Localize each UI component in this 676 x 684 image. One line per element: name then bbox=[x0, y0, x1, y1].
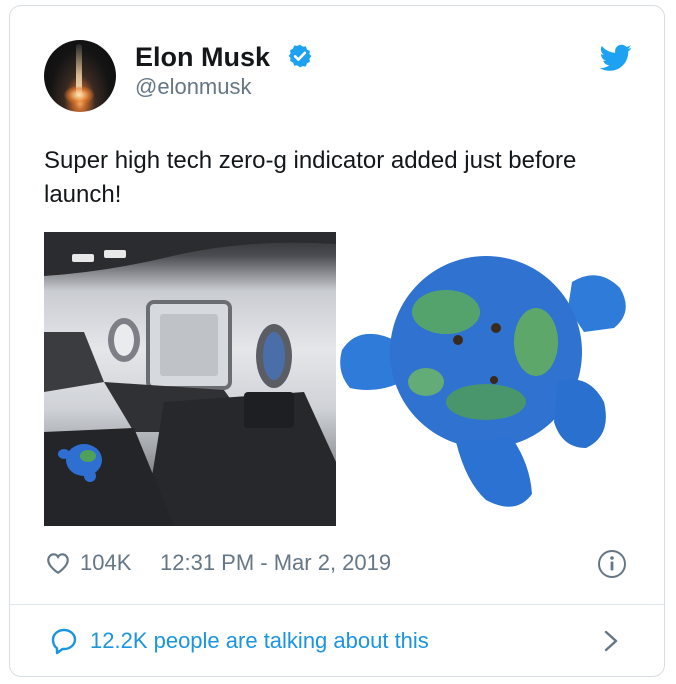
conversation-link[interactable]: 12.2K people are talking about this bbox=[90, 626, 429, 656]
author-name[interactable]: Elon Musk bbox=[135, 42, 270, 72]
like-count[interactable]: 104K bbox=[80, 548, 131, 578]
heart-icon[interactable] bbox=[45, 551, 71, 575]
avatar[interactable] bbox=[44, 40, 116, 112]
speech-bubble-icon[interactable] bbox=[50, 627, 78, 655]
launch-glow-icon bbox=[64, 86, 94, 104]
info-icon[interactable] bbox=[597, 549, 627, 579]
tweet-timestamp[interactable]: 12:31 PM - Mar 2, 2019 bbox=[160, 548, 391, 578]
cabin-illustration bbox=[44, 232, 336, 526]
verified-badge-icon bbox=[288, 44, 312, 68]
twitter-bird-icon[interactable] bbox=[600, 44, 632, 72]
footer-divider bbox=[10, 604, 664, 605]
earth-plush-toy-photo[interactable] bbox=[336, 232, 632, 526]
chevron-right-icon[interactable] bbox=[603, 630, 619, 652]
earth-plush-illustration bbox=[340, 256, 626, 507]
tweet-text: Super high tech zero-g indicator added j… bbox=[44, 147, 577, 208]
spacecraft-cabin-photo[interactable] bbox=[44, 232, 336, 526]
author-handle[interactable]: @elonmusk bbox=[135, 74, 252, 100]
